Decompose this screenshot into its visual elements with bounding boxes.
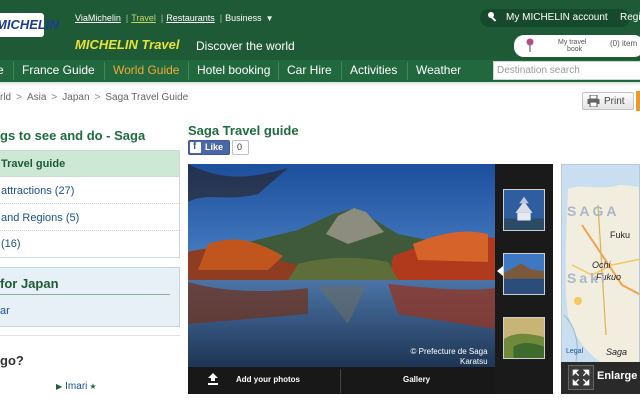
my-travel-book-line1: My travel [558,39,587,46]
nav-item-hotel-booking[interactable]: Hotel booking [197,63,270,77]
link-business[interactable]: Business [225,13,262,23]
sidebar-item-label: and Regions (5) [1,212,80,224]
japan-panel-divider [0,294,170,295]
my-travel-book-line2: book [567,46,583,53]
sidebar-item-travel-guide[interactable]: Travel guide [0,151,179,177]
sidebar-item-label: attractions (27) [1,185,75,197]
gallery-toolbar-divider [340,369,341,393]
link-travel[interactable]: Travel [131,13,156,23]
sidebar-menu: Travel guide attractions (27) and Region… [0,150,180,258]
breadcrumb-separator: > [16,92,22,103]
facebook-icon: f [193,141,197,152]
breadcrumb-world[interactable]: rld [0,92,11,103]
link-separator: | [125,13,129,23]
map-label-saga: Saga [606,347,628,357]
sidebar-title: gs to see and do - Saga [0,128,146,143]
map-label-nagasaki: Saki [567,270,608,286]
nearby-destination-link[interactable]: ▶ Imari ★ [56,381,97,392]
sidebar-item-other[interactable]: (16) [0,232,179,258]
top-links: ViaMichelin | Travel | Restaurants | Business ▼ [75,13,276,23]
like-label: Like [205,142,224,152]
account-label: My MICHELIN account [506,12,608,23]
where-to-go-heading: go? [0,353,24,368]
japan-panel-link[interactable]: ar [0,305,10,317]
sidebar-item-label: Travel guide [1,158,66,170]
nav-separator [188,62,189,80]
page-title: Saga Travel guide [188,123,299,138]
chevron-down-icon: ▼ [265,14,274,23]
print-label: Print [604,96,625,107]
sidebar-divider [0,335,180,336]
triangle-left-icon [497,266,503,276]
destination-search-input[interactable] [497,63,637,77]
brand-tagline: Discover the world [196,39,295,53]
nav-item-home[interactable]: e [0,63,4,77]
main-photo[interactable] [188,164,495,367]
breadcrumb: rld > Asia > Japan > Saga Travel Guide [0,92,188,103]
link-separator: | [219,13,223,23]
nav-separator [278,62,279,80]
japan-panel-title: for Japan [0,276,59,291]
nav-separator [341,62,342,80]
triangle-right-icon: ▶ [56,382,63,391]
brand-title: MICHELIN Travel [75,37,180,52]
my-travel-book-count: (0) item [610,39,638,48]
printer-icon [587,95,600,107]
breadcrumb-separator: > [94,92,101,103]
thumbnail-lake[interactable] [503,253,545,295]
sidebar-item-regions[interactable]: and Regions (5) [0,205,179,231]
nearby-destination-label: Imari [65,381,88,392]
nav-separator [407,62,408,80]
nav-item-world-guide[interactable]: World Guide [113,63,179,77]
gallery-button[interactable]: Gallery [403,375,430,384]
michelin-logo[interactable]: MICHELIN [0,13,59,37]
enlarge-map-label: Enlarge m [597,370,640,382]
link-viamichelin[interactable]: ViaMichelin [75,13,121,23]
photo-credit: © Prefecture de Saga Karatsu [407,347,488,367]
breadcrumb-japan[interactable]: Japan [62,92,89,103]
photo-credit-line1: © Prefecture de Saga [410,347,488,356]
key-icon [488,12,497,22]
flag-pin-icon [526,38,534,52]
nav-item-car-hire[interactable]: Car Hire [287,63,332,77]
map-label-ochi: Ochi [592,260,611,270]
thumbnail-landscape[interactable] [503,317,545,359]
sidebar-item-label: (16) [1,238,21,250]
upload-icon [208,373,218,385]
nav-item-activities[interactable]: Activities [350,63,397,77]
nav-separator [104,62,105,80]
photo-credit-line2: Karatsu [460,357,488,366]
sidebar-item-attractions[interactable]: attractions (27) [0,178,179,204]
nav-shadow [0,82,640,86]
share-button-edge[interactable] [636,91,640,111]
nav-item-weather[interactable]: Weather [416,63,461,77]
map-label-saga-region: SAGA [567,203,620,219]
link-restaurants[interactable]: Restaurants [166,13,215,23]
breadcrumb-current: Saga Travel Guide [105,92,189,103]
link-separator: | [160,13,164,23]
my-travel-book-label: My travel book [558,39,586,53]
map-label-legal[interactable]: Legal [566,348,583,355]
nav-separator [13,62,14,80]
add-photos-button[interactable]: Add your photos [236,375,300,384]
thumbnail-castle[interactable] [503,189,545,231]
nav-item-france-guide[interactable]: France Guide [22,63,95,77]
breadcrumb-separator: > [51,92,58,103]
star-icon: ★ [89,382,97,391]
register-link[interactable]: Regi [620,12,640,23]
like-count: 0 [237,142,243,152]
gallery-toolbar [188,367,495,394]
breadcrumb-asia[interactable]: Asia [27,92,46,103]
expand-icon [568,365,594,390]
map-label-fukuoka-1: Fuku [610,230,631,240]
logo-text: MICHELIN [0,17,59,32]
